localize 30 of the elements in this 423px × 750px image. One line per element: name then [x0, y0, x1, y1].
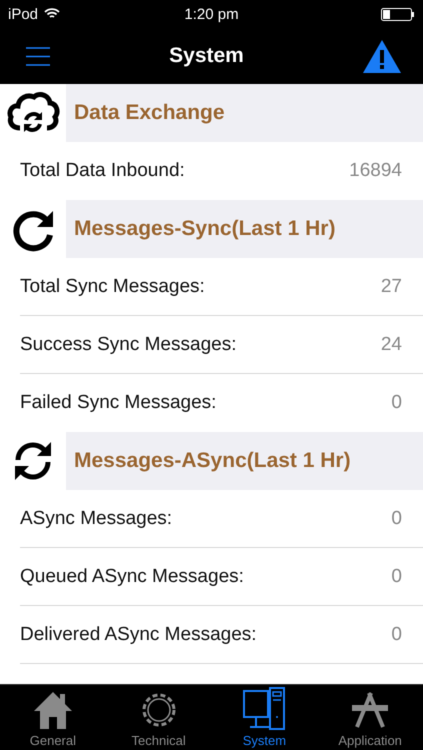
section-title: Messages-ASync(Last 1 Hr) [74, 449, 351, 473]
stat-label: Success Sync Messages: [20, 334, 236, 356]
stat-label: Total Data Inbound: [20, 160, 185, 182]
tab-bar-item[interactable]: General [0, 685, 106, 750]
warning-icon[interactable] [363, 40, 401, 72]
wifi-icon [44, 8, 60, 20]
section-title: Data Exchange [74, 101, 225, 125]
tab-bar-item[interactable]: System [212, 685, 318, 750]
carrier-label: iPod [8, 6, 38, 22]
stat-label: Failed Sync Messages: [20, 392, 216, 414]
stat-value: 0 [391, 392, 402, 414]
status-time: 1:20 pm [184, 6, 239, 22]
house-icon [32, 689, 74, 731]
stat-value: 16894 [349, 160, 402, 182]
stat-label: ASync Messages: [20, 508, 172, 530]
section-title: Messages-Sync(Last 1 Hr) [74, 217, 336, 241]
tab-bar-item[interactable]: Technical [106, 685, 212, 750]
stat-value: 0 [391, 508, 402, 530]
battery-icon [380, 8, 415, 20]
stat-value: 24 [380, 334, 402, 356]
stat-label: Queued ASync Messages: [20, 566, 244, 588]
screen-title: System [169, 44, 244, 68]
stat-value: 27 [380, 276, 402, 298]
tab-bar-item[interactable]: Application [317, 685, 423, 750]
stat-label: Total Sync Messages: [20, 276, 205, 298]
computer-icon [242, 687, 286, 731]
stat-value: 0 [391, 566, 402, 588]
stat-value: 0 [391, 624, 402, 646]
stat-label: Delivered ASync Messages: [20, 624, 257, 646]
menu-icon[interactable] [26, 46, 50, 66]
